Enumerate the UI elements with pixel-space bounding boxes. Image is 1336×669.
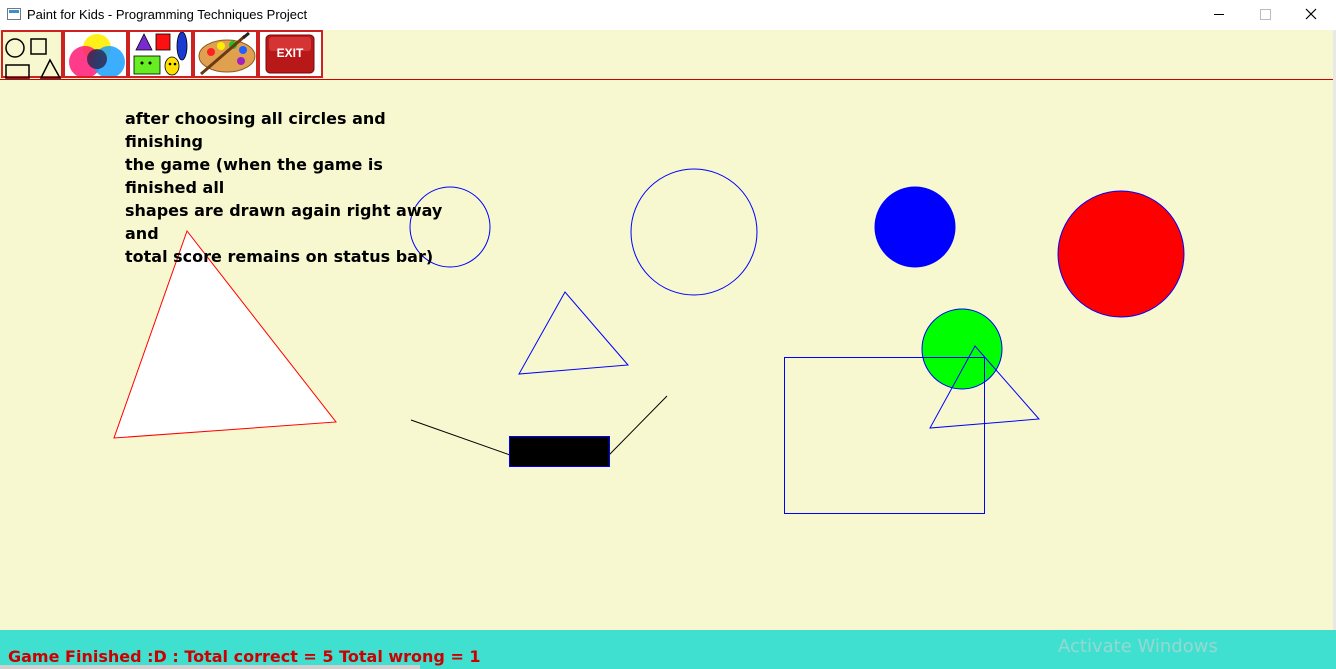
title-bar: Paint for Kids - Programming Techniques … [0,0,1336,30]
exit-button[interactable]: EXIT [258,30,323,78]
exit-icon: EXIT [265,34,315,74]
caption-line: the game (when the game is finished all [125,155,383,197]
activate-windows-watermark: Activate Windows [1058,636,1218,657]
toolbar: EXIT [0,30,1336,80]
black-line-left[interactable] [410,419,511,456]
black-line-right[interactable] [608,395,668,456]
caption-line: after choosing all circles and finishing [125,109,386,151]
minimize-icon[interactable] [1196,0,1242,30]
red-filled-circle[interactable] [1057,190,1185,318]
black-filled-rectangle[interactable] [509,436,610,467]
outlined-triangle-center[interactable] [518,291,630,375]
green-filled-circle[interactable] [921,308,1003,390]
colored-shapes-icon [133,32,188,76]
color-wheel-icon [69,34,125,76]
color-picker-button[interactable] [63,30,128,78]
window-title: Paint for Kids - Programming Techniques … [27,7,308,22]
shapes-icon [5,38,62,79]
canvas-caption: after choosing all circles and finishing… [125,107,455,268]
large-outlined-circle[interactable] [630,168,758,296]
play-mode-button[interactable] [193,30,258,78]
exit-label: EXIT [277,46,304,60]
caption-line: total score remains on status bar) [125,247,434,266]
caption-line: shapes are drawn again right away and [125,201,443,243]
draw-shapes-button[interactable] [1,30,63,79]
paint-palette-icon [198,32,256,76]
taskbar-edge [0,665,420,669]
blue-filled-circle[interactable] [874,186,956,268]
maximize-icon[interactable] [1242,0,1288,30]
pick-and-hide-button[interactable] [128,30,193,78]
status-message: Game Finished :D : Total correct = 5 Tot… [8,647,481,666]
close-icon[interactable] [1288,0,1334,30]
paint-app-icon [7,8,21,20]
